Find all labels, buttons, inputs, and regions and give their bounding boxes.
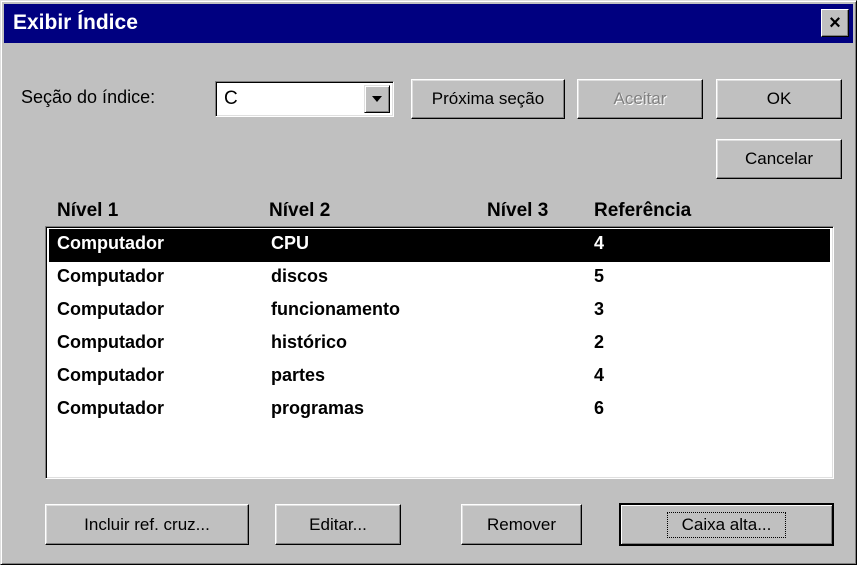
index-entries-list[interactable]: Computador CPU 4 Computador discos 5 Com… (45, 226, 834, 479)
cell-level2: partes (271, 365, 326, 385)
close-button[interactable]: × (821, 9, 849, 37)
next-section-button[interactable]: Próxima seção (411, 79, 565, 119)
remove-label: Remover (487, 514, 556, 534)
title-bar[interactable]: Exibir Índice × (4, 4, 853, 43)
cancel-button[interactable]: Cancelar (716, 139, 842, 179)
cell-level2: funcionamento (271, 299, 400, 319)
next-section-label: Próxima seção (431, 89, 545, 108)
uppercase-button[interactable]: Caixa alta... (619, 503, 834, 546)
edit-label: Editar... (309, 514, 367, 534)
section-combobox[interactable]: C (215, 81, 394, 117)
cell-reference: 3 (594, 299, 605, 319)
list-item[interactable]: Computador histórico 2 (49, 328, 830, 361)
column-header-level1: Nível 1 (57, 200, 119, 221)
cell-level1: Computador (57, 299, 164, 319)
ok-label: OK (766, 89, 792, 108)
cell-level1: Computador (57, 266, 164, 286)
section-value: C (224, 88, 238, 109)
section-label: Seção do índice: (21, 87, 156, 107)
uppercase-label: Caixa alta... (666, 511, 787, 538)
cell-reference: 6 (594, 398, 605, 418)
column-header-reference: Referência (594, 200, 692, 221)
cell-level2: histórico (271, 332, 348, 352)
list-item[interactable]: Computador CPU 4 (49, 229, 830, 262)
remove-button[interactable]: Remover (461, 504, 582, 545)
list-item[interactable]: Computador funcionamento 3 (49, 295, 830, 328)
cell-level1: Computador (57, 365, 164, 385)
list-item[interactable]: Computador discos 5 (49, 262, 830, 295)
ok-button[interactable]: OK (716, 79, 842, 119)
column-header-level2: Nível 2 (269, 200, 331, 221)
chevron-down-icon[interactable] (364, 85, 390, 113)
cell-reference: 2 (594, 332, 605, 352)
include-cross-ref-button[interactable]: Incluir ref. cruz... (45, 504, 249, 545)
dialog-title: Exibir Índice (13, 11, 138, 34)
cell-level2: discos (271, 266, 329, 286)
cell-level1: Computador (57, 398, 164, 418)
include-cross-ref-label: Incluir ref. cruz... (84, 514, 210, 534)
close-icon: × (829, 12, 841, 34)
cell-reference: 4 (594, 365, 605, 385)
cancel-label: Cancelar (744, 149, 814, 168)
accept-label: Aceitar (613, 89, 667, 108)
cell-reference: 4 (594, 233, 605, 253)
list-item[interactable]: Computador programas 6 (49, 394, 830, 427)
cell-level2: programas (271, 398, 365, 418)
cell-level2: CPU (271, 233, 310, 253)
list-item[interactable]: Computador partes 4 (49, 361, 830, 394)
accept-button[interactable]: Aceitar (577, 79, 703, 119)
cell-level1: Computador (57, 332, 164, 352)
index-dialog: Exibir Índice × Seção do índice: C Próxi… (0, 0, 857, 565)
cell-level1: Computador (57, 233, 164, 253)
edit-button[interactable]: Editar... (275, 504, 401, 545)
cell-reference: 5 (594, 266, 605, 286)
column-header-level3: Nível 3 (487, 200, 549, 221)
